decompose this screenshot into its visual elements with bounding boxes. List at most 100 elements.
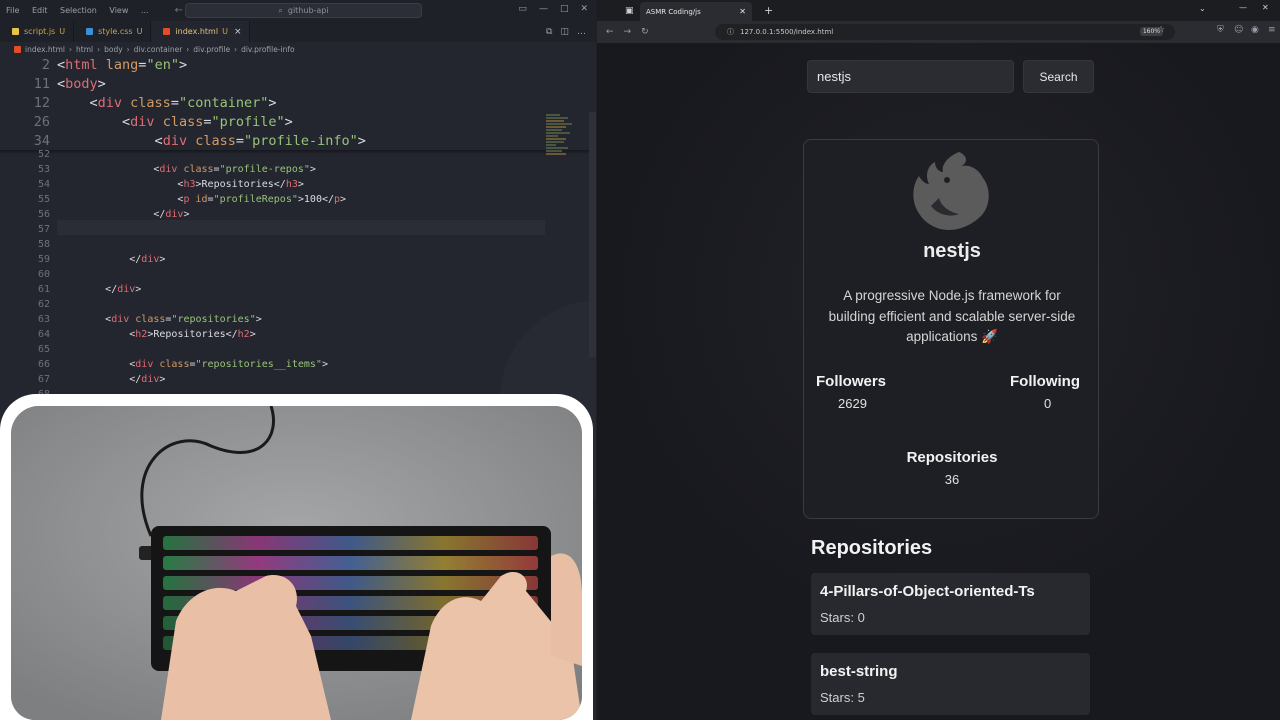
menu-icon[interactable]: ≡ — [1268, 25, 1276, 35]
url-text: 127.0.0.1:5500/index.html — [740, 28, 834, 36]
token-str: "repositories" — [171, 314, 256, 325]
breadcrumb-item[interactable]: div.profile — [193, 45, 230, 54]
line-number: 67 — [37, 374, 50, 385]
breadcrumb-item[interactable]: html — [76, 45, 93, 54]
webcam-video — [11, 406, 582, 720]
account-icon[interactable]: ◉ — [1251, 25, 1259, 35]
following-count: 0 — [1044, 396, 1052, 411]
line-number: 26 — [33, 114, 50, 130]
compare-icon[interactable]: ⧉ — [546, 27, 552, 37]
menu-selection[interactable]: Selection — [60, 6, 97, 15]
code-line: <div class="profile-repos"> — [57, 164, 316, 175]
css-file-icon — [86, 28, 94, 35]
address-bar[interactable]: ⓘ 127.0.0.1:5500/index.html 160% — [715, 24, 1175, 40]
line-number: 61 — [37, 284, 50, 295]
scrollbar[interactable] — [589, 112, 596, 357]
token-punc: > — [284, 114, 293, 130]
layout-icon[interactable]: ▭ — [518, 4, 527, 14]
line-number: 11 — [33, 76, 50, 92]
breadcrumb-item[interactable]: body — [104, 45, 123, 54]
split-editor-icon[interactable]: ◫ — [560, 27, 569, 37]
code-line: <h2>Repositories</h2> — [57, 329, 256, 340]
token-punc: < — [89, 95, 98, 111]
bookmark-star-icon[interactable]: ☆ — [1157, 25, 1165, 35]
code-line: <div class="container"> — [57, 95, 277, 111]
line-number: 56 — [37, 209, 50, 220]
breadcrumb-item[interactable]: div.profile-info — [241, 45, 295, 54]
breadcrumb: index.html › html › body › div.container › d… — [0, 42, 596, 56]
token-punc: > — [249, 329, 256, 340]
minimap[interactable] — [546, 114, 576, 194]
more-actions-icon[interactable]: … — [577, 27, 586, 37]
token-punc: < — [122, 114, 131, 130]
search-button[interactable]: Search — [1023, 60, 1094, 93]
line-number: 65 — [37, 344, 50, 355]
new-tab-icon[interactable]: + — [764, 4, 773, 17]
code-line: </div> — [57, 254, 165, 265]
menu-edit[interactable]: Edit — [32, 6, 48, 15]
chevron-right-icon: › — [186, 44, 190, 54]
close-tab-icon[interactable]: ✕ — [739, 7, 746, 16]
reload-icon[interactable]: ↻ — [641, 27, 649, 37]
search-icon: ⌕ — [278, 5, 283, 15]
token-punc: </ — [273, 179, 286, 190]
token-punc: > — [268, 95, 277, 111]
repository-item[interactable]: best-string Stars: 5 — [811, 653, 1090, 715]
token-punc: </ — [225, 329, 238, 340]
tab-actions-icon[interactable]: ▣ — [625, 6, 634, 16]
token-attr: id — [189, 194, 208, 205]
tab-script-js[interactable]: script.js U — [0, 21, 75, 42]
token-tag: h3 — [285, 179, 298, 190]
minimize-icon[interactable]: — — [539, 4, 548, 14]
tab-index-html[interactable]: index.html U × — [151, 21, 251, 42]
repository-item[interactable]: 4-Pillars-of-Object-oriented-Ts Stars: 0 — [811, 573, 1090, 635]
forward-icon[interactable]: → — [624, 27, 632, 37]
close-icon[interactable]: ✕ — [580, 4, 588, 14]
profile-icon[interactable]: ☺ — [1234, 25, 1243, 35]
menu-file[interactable]: File — [6, 6, 19, 15]
search-input[interactable] — [807, 60, 1014, 93]
breadcrumb-item[interactable]: index.html — [25, 45, 65, 54]
repositories-label: Repositories — [906, 449, 998, 466]
browser-tab[interactable]: ASMR Coding/js ✕ — [640, 2, 752, 21]
tab-label: index.html — [175, 27, 219, 36]
maximize-icon[interactable]: □ — [560, 4, 569, 14]
repository-name: 4-Pillars-of-Object-oriented-Ts — [820, 583, 1035, 600]
token-punc: </ — [321, 194, 335, 205]
token-str: "profileRepos" — [213, 194, 298, 205]
minimize-icon[interactable]: — — [1239, 3, 1247, 12]
back-icon[interactable]: ← — [606, 27, 614, 37]
menu-more[interactable]: ... — [141, 6, 149, 15]
token-tag: body — [65, 76, 98, 92]
token-attr: class — [129, 314, 166, 325]
command-center-search[interactable]: ⌕ github-api — [185, 3, 422, 18]
code-line: <h3>Repositories</h3> — [57, 179, 303, 190]
token-tag: div — [130, 114, 155, 130]
code-editor[interactable]: 2 <html lang="en"> 11 <body> 12 <div class="… — [0, 56, 596, 400]
close-icon[interactable]: ✕ — [1262, 3, 1269, 12]
breadcrumb-item[interactable]: div.container — [134, 45, 183, 54]
profile-bio: A progressive Node.js framework for buil… — [828, 288, 1076, 344]
line-number: 66 — [37, 359, 50, 370]
following-label: Following — [1010, 373, 1080, 390]
info-icon: ⓘ — [727, 28, 734, 36]
token-punc: </ — [129, 254, 142, 265]
close-tab-icon[interactable]: × — [234, 27, 242, 37]
tab-style-css[interactable]: style.css U — [74, 21, 152, 42]
tab-search-icon[interactable]: ⌄ — [1199, 4, 1206, 13]
tab-label: style.css — [98, 27, 133, 36]
token-punc: = — [170, 95, 179, 111]
menu-view[interactable]: View — [109, 6, 128, 15]
extensions-icon[interactable]: ⛨ — [1217, 25, 1224, 35]
token-punc: = — [235, 133, 244, 149]
token-punc: > — [309, 164, 316, 175]
line-number: 34 — [33, 133, 50, 149]
chevron-right-icon: › — [97, 44, 101, 54]
